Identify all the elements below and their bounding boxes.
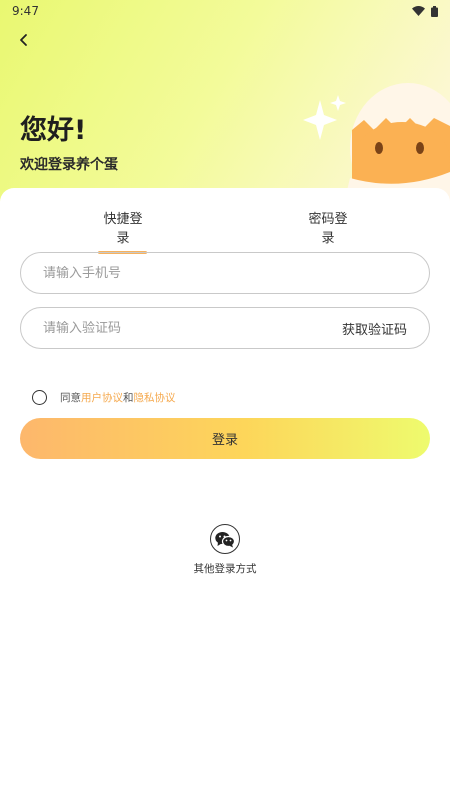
- status-bar: 9:47: [0, 0, 450, 22]
- battery-icon: [431, 5, 438, 17]
- phone-input[interactable]: [43, 265, 407, 281]
- other-login-section: 其他登录方式: [0, 524, 450, 576]
- chevron-left-icon: [20, 34, 27, 46]
- agreement-and: 和: [123, 391, 134, 404]
- verification-code-field[interactable]: 获取验证码: [20, 307, 430, 349]
- agreement-prefix: 同意: [60, 391, 81, 404]
- login-tabs: 快捷登录 密码登录: [0, 208, 450, 254]
- user-agreement-link[interactable]: 用户协议: [81, 390, 123, 405]
- welcome-subtitle: 欢迎登录养个蛋: [20, 157, 118, 173]
- status-time: 9:47: [12, 4, 39, 18]
- login-button[interactable]: 登录: [20, 418, 430, 459]
- verification-code-input[interactable]: [43, 320, 342, 336]
- agreement-row: 同意 用户协议 和 隐私协议: [32, 389, 176, 405]
- wechat-login-button[interactable]: [210, 524, 240, 554]
- phone-field[interactable]: [20, 252, 430, 294]
- sparkle-icon: [303, 95, 346, 140]
- wechat-icon: [215, 531, 235, 547]
- greeting-title: 您好!: [20, 115, 87, 146]
- wifi-icon: [412, 6, 425, 16]
- get-code-button[interactable]: 获取验证码: [342, 319, 407, 338]
- other-login-label: 其他登录方式: [193, 563, 257, 575]
- tab-password-login[interactable]: 密码登录: [303, 208, 353, 246]
- tab-quick-login[interactable]: 快捷登录: [98, 208, 148, 246]
- back-button[interactable]: [12, 28, 36, 52]
- login-card: 快捷登录 密码登录 获取验证码 同意 用户协议 和 隐私协议 登录: [0, 188, 450, 800]
- privacy-agreement-link[interactable]: 隐私协议: [134, 390, 176, 405]
- status-icons: [412, 5, 438, 17]
- agreement-radio[interactable]: [32, 389, 47, 405]
